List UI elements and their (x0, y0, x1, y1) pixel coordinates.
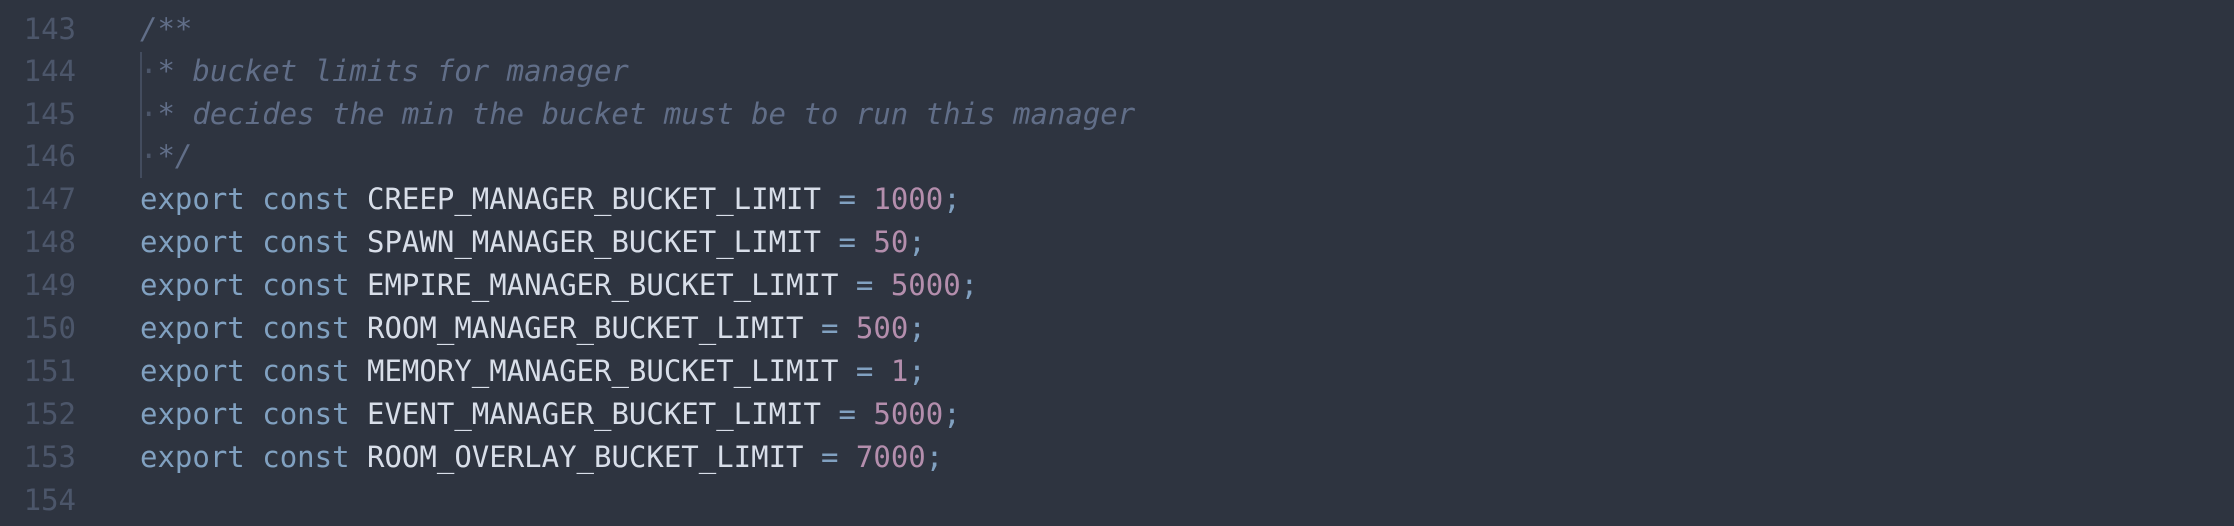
semicolon: ; (908, 224, 926, 259)
code-line[interactable]: 145 ·* decides the min the bucket must b… (0, 92, 2234, 135)
constant-name: SPAWN_MANAGER_BUCKET_LIMIT (367, 224, 821, 259)
assign-operator: = (838, 396, 856, 431)
code-line[interactable]: 154 (0, 478, 2234, 521)
const-keyword: const (262, 267, 350, 302)
code-text: ·* bucket limits for manager (140, 54, 629, 88)
code-text: export const EVENT_MANAGER_BUCKET_LIMIT … (140, 397, 961, 431)
const-keyword: const (262, 310, 350, 345)
code-text: /** (140, 12, 192, 46)
code-line[interactable]: 143 /** (0, 7, 2234, 50)
numeric-literal: 7000 (855, 439, 926, 474)
semicolon: ; (960, 267, 979, 302)
semicolon: ; (908, 353, 926, 388)
code-line[interactable]: 148 export const SPAWN_MANAGER_BUCKET_LI… (0, 220, 2234, 263)
code-text: export const ROOM_MANAGER_BUCKET_LIMIT =… (140, 311, 926, 345)
code-editor[interactable]: 143 /** 144 ·* bucket limits for manager… (0, 0, 2234, 526)
semicolon: ; (943, 181, 961, 216)
const-keyword: const (262, 181, 350, 216)
code-line[interactable]: 153 export const ROOM_OVERLAY_BUCKET_LIM… (0, 435, 2234, 478)
semicolon: ; (908, 310, 926, 345)
constant-name: ROOM_OVERLAY_BUCKET_LIMIT (367, 439, 804, 474)
line-number: 145 (23, 96, 76, 131)
assign-operator: = (820, 310, 839, 345)
numeric-literal: 500 (855, 310, 909, 345)
line-number: 152 (23, 396, 76, 431)
code-text: export const MEMORY_MANAGER_BUCKET_LIMIT… (140, 354, 926, 388)
export-keyword: export (140, 267, 245, 302)
assign-operator: = (838, 181, 856, 216)
code-text: ·*/ (140, 139, 192, 173)
constant-name: CREEP_MANAGER_BUCKET_LIMIT (367, 181, 821, 216)
doc-comment-text: * decides the min the bucket must be to … (157, 96, 1136, 131)
line-number: 146 (23, 138, 76, 173)
whitespace-marker: · (140, 138, 158, 173)
export-keyword: export (140, 439, 245, 474)
line-number: 150 (23, 310, 76, 345)
line-number: 154 (23, 482, 76, 517)
export-keyword: export (140, 181, 245, 216)
constant-name: EMPIRE_MANAGER_BUCKET_LIMIT (367, 267, 839, 302)
numeric-literal: 5000 (873, 396, 944, 431)
semicolon: ; (943, 396, 961, 431)
code-text: export const CREEP_MANAGER_BUCKET_LIMIT … (140, 182, 961, 216)
assign-operator: = (838, 224, 856, 259)
line-number: 147 (23, 181, 76, 216)
const-keyword: const (262, 353, 350, 388)
doc-comment-close: */ (157, 138, 193, 173)
code-text: ·* decides the min the bucket must be to… (140, 97, 1135, 131)
code-line[interactable]: 144 ·* bucket limits for manager (0, 49, 2234, 92)
line-number: 143 (23, 11, 76, 46)
code-line[interactable]: 147 export const CREEP_MANAGER_BUCKET_LI… (0, 177, 2234, 220)
code-line[interactable]: 150 export const ROOM_MANAGER_BUCKET_LIM… (0, 306, 2234, 349)
numeric-literal: 50 (873, 224, 909, 259)
code-line[interactable]: 146 ·*/ (0, 134, 2234, 177)
code-text: export const ROOM_OVERLAY_BUCKET_LIMIT =… (140, 440, 943, 474)
constant-name: ROOM_MANAGER_BUCKET_LIMIT (367, 310, 804, 345)
const-keyword: const (262, 224, 350, 259)
export-keyword: export (140, 396, 245, 431)
constant-name: EVENT_MANAGER_BUCKET_LIMIT (367, 396, 821, 431)
export-keyword: export (140, 353, 245, 388)
code-line[interactable]: 149 export const EMPIRE_MANAGER_BUCKET_L… (0, 263, 2234, 306)
numeric-literal: 1000 (873, 181, 944, 216)
code-line[interactable]: 151 export const MEMORY_MANAGER_BUCKET_L… (0, 349, 2234, 392)
doc-comment-text: * bucket limits for manager (157, 53, 629, 88)
numeric-literal: 1 (890, 353, 909, 388)
numeric-literal: 5000 (890, 267, 961, 302)
const-keyword: const (262, 396, 350, 431)
assign-operator: = (820, 439, 839, 474)
constant-name: MEMORY_MANAGER_BUCKET_LIMIT (367, 353, 839, 388)
export-keyword: export (140, 224, 245, 259)
line-number: 148 (23, 224, 76, 259)
whitespace-marker: · (140, 53, 158, 88)
assign-operator: = (855, 353, 874, 388)
whitespace-marker: · (140, 96, 158, 131)
line-number: 151 (23, 353, 76, 388)
semicolon: ; (925, 439, 944, 474)
code-text: export const SPAWN_MANAGER_BUCKET_LIMIT … (140, 225, 926, 259)
code-line[interactable]: 152 export const EVENT_MANAGER_BUCKET_LI… (0, 392, 2234, 435)
code-text: export const EMPIRE_MANAGER_BUCKET_LIMIT… (140, 268, 978, 302)
line-number: 149 (23, 267, 76, 302)
line-number: 153 (23, 439, 76, 474)
line-number: 144 (23, 53, 76, 88)
const-keyword: const (262, 439, 350, 474)
export-keyword: export (140, 310, 245, 345)
doc-comment-open: /** (140, 11, 193, 46)
assign-operator: = (855, 267, 874, 302)
